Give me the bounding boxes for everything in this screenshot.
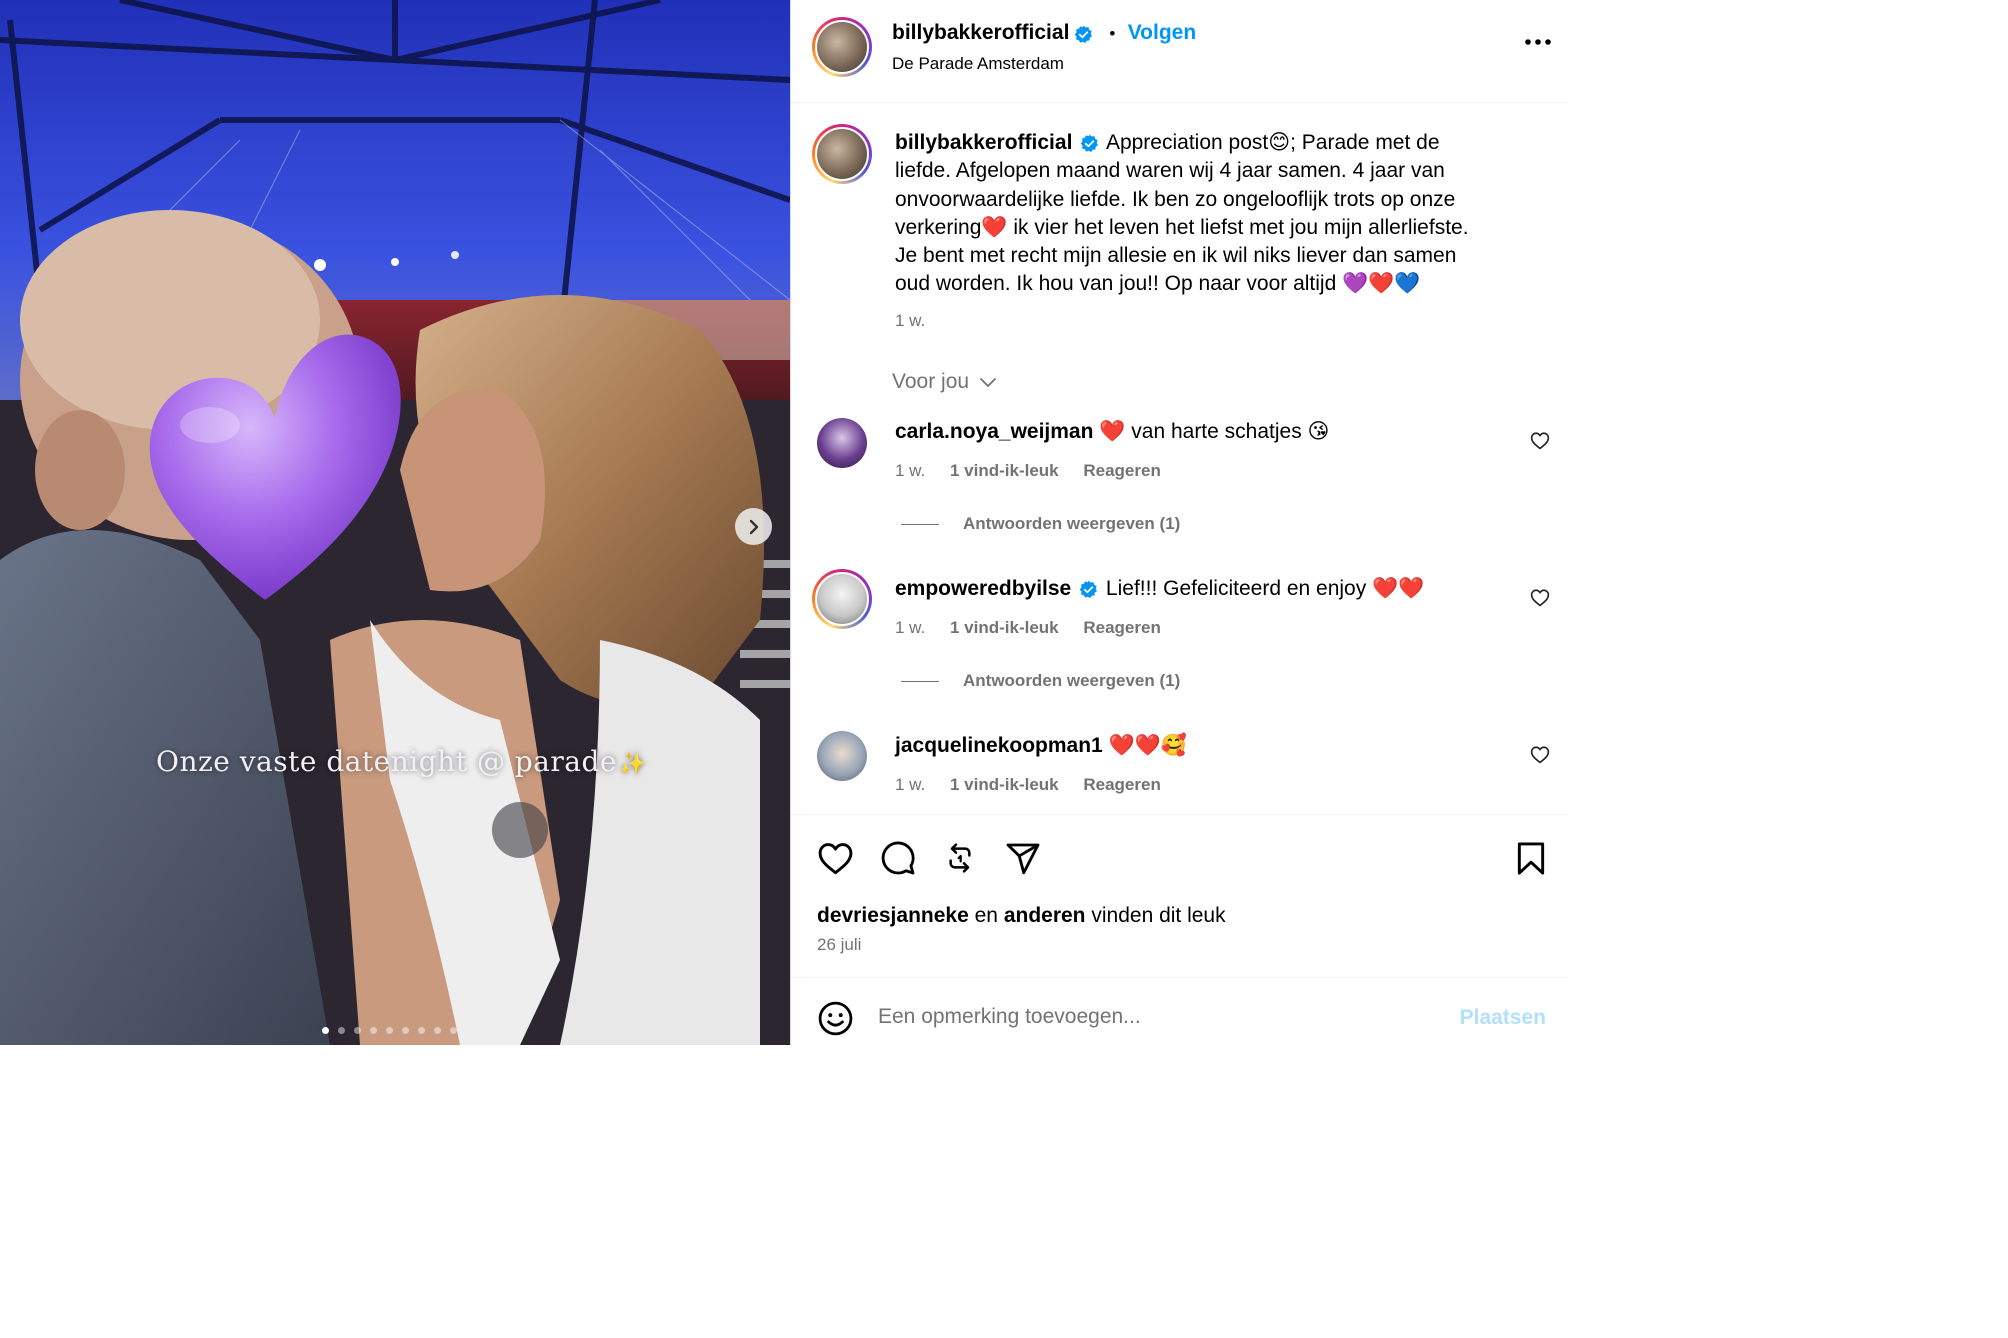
carousel-indicator	[322, 1027, 457, 1034]
likes-others-link[interactable]: anderen	[1004, 904, 1086, 927]
carousel-dot	[322, 1027, 329, 1034]
comment-like-count[interactable]: 1 vind-ik-leuk	[950, 461, 1059, 480]
caption-line: liefde. Afgelopen maand waren wij 4 jaar…	[895, 159, 1445, 183]
commenter-avatar[interactable]	[812, 569, 872, 629]
like-comment-heart-icon[interactable]	[1530, 745, 1550, 764]
view-replies-toggle[interactable]: Antwoorden weergeven (1)	[901, 514, 1180, 534]
likes-suffix: vinden dit leuk	[1091, 904, 1226, 927]
commenter-avatar[interactable]	[817, 418, 867, 468]
commenter-username[interactable]: carla.noya_weijman	[895, 420, 1093, 443]
repost-icon[interactable]	[944, 841, 976, 875]
author-username[interactable]: billybakkerofficial	[892, 21, 1069, 44]
post-location[interactable]: De Parade Amsterdam	[892, 54, 1064, 74]
view-replies-toggle[interactable]: Antwoorden weergeven (1)	[901, 671, 1180, 691]
comment-text: ❤️ van harte schatjes 😘	[1099, 420, 1330, 443]
carousel-dot	[450, 1027, 457, 1034]
more-options-icon[interactable]	[1525, 38, 1551, 46]
post-media[interactable]: Onze vaste datenight @ parade✨	[0, 0, 790, 1045]
chevron-down-icon	[980, 378, 996, 387]
post-header: billybakkerofficial • Volgen De Parade A…	[791, 0, 1569, 103]
save-bookmark-icon[interactable]	[1516, 841, 1546, 876]
next-slide-button[interactable]	[735, 508, 772, 545]
carousel-dot	[354, 1027, 361, 1034]
post-photo	[0, 0, 790, 1045]
share-paper-plane-icon[interactable]	[1005, 842, 1041, 875]
comment-time[interactable]: 1 w.	[895, 618, 925, 637]
post-date[interactable]: 26 juli	[817, 935, 861, 955]
commenter-username[interactable]: empoweredbyilse	[895, 577, 1071, 600]
caption-timestamp[interactable]: 1 w.	[895, 311, 925, 331]
caption-line: verkering❤️ ik vier het leven het liefst…	[895, 215, 1469, 239]
commenter-username[interactable]: jacquelinekoopman1	[895, 734, 1103, 757]
sparkle-icon: ✨	[618, 752, 647, 777]
like-comment-heart-icon[interactable]	[1530, 588, 1550, 607]
caption-username[interactable]: billybakkerofficial	[895, 131, 1072, 154]
like-comment-heart-icon[interactable]	[1530, 431, 1550, 450]
carousel-dot	[434, 1027, 441, 1034]
reply-button[interactable]: Reageren	[1083, 618, 1160, 637]
post-actions-section: devriesjanneke en anderen vinden dit leu…	[791, 814, 1569, 978]
comment-sort-label: Voor jou	[892, 370, 970, 393]
carousel-dot	[370, 1027, 377, 1034]
commenter-avatar[interactable]	[817, 731, 867, 781]
comment-sort-dropdown[interactable]: Voor jou	[892, 370, 997, 394]
follow-button[interactable]: Volgen	[1128, 21, 1196, 44]
likes-connector: en	[974, 904, 998, 927]
emoji-picker-icon[interactable]	[817, 1000, 854, 1037]
dot-separator: •	[1109, 24, 1116, 43]
comment-time[interactable]: 1 w.	[895, 461, 925, 480]
post-side-panel: billybakkerofficial • Volgen De Parade A…	[790, 0, 1569, 1045]
comment-composer: Plaatsen	[791, 978, 1569, 1045]
verified-badge-icon	[1074, 26, 1092, 44]
like-heart-icon[interactable]	[817, 841, 854, 875]
comment-text: Lief!!! Gefeliciteerd en enjoy ❤️❤️	[1105, 577, 1425, 600]
reply-line-divider	[901, 524, 939, 526]
post-caption: billybakkerofficial Appreciation post😊; …	[895, 129, 1535, 299]
view-replies-label: Antwoorden weergeven (1)	[963, 671, 1181, 690]
carousel-dot	[418, 1027, 425, 1034]
reply-button[interactable]: Reageren	[1083, 461, 1160, 480]
caption-author-avatar[interactable]	[812, 124, 872, 184]
author-avatar[interactable]	[812, 17, 872, 77]
carousel-dot	[338, 1027, 345, 1034]
comment-like-count[interactable]: 1 vind-ik-leuk	[950, 775, 1059, 794]
comment-like-count[interactable]: 1 vind-ik-leuk	[950, 618, 1059, 637]
caption-line: oud worden. Ik hou van jou!! Op naar voo…	[895, 272, 1421, 296]
caption-line: Appreciation post😊; Parade met de	[1105, 131, 1440, 154]
add-comment-input[interactable]	[878, 1002, 1438, 1032]
story-overlay-caption: Onze vaste datenight @ parade✨	[156, 745, 647, 778]
carousel-dot	[402, 1027, 409, 1034]
reply-line-divider	[901, 681, 939, 683]
chevron-right-icon	[749, 519, 758, 534]
comment-bubble-icon[interactable]	[880, 840, 916, 876]
caption-line: onvoorwaardelijke liefde. Ik ben zo onge…	[895, 187, 1456, 211]
post-comment-button[interactable]: Plaatsen	[1460, 1006, 1546, 1030]
caption-line: Je bent met recht mijn allesie en ik wil…	[895, 244, 1457, 268]
comment-text: ❤️❤️🥰	[1108, 734, 1188, 757]
view-replies-label: Antwoorden weergeven (1)	[963, 514, 1181, 533]
overlay-caption-text: Onze vaste datenight @ parade	[156, 745, 617, 778]
verified-badge-icon	[1079, 580, 1098, 599]
likes-summary[interactable]: devriesjanneke en anderen vinden dit leu…	[817, 904, 1226, 928]
carousel-dot	[386, 1027, 393, 1034]
likes-username[interactable]: devriesjanneke	[817, 904, 969, 927]
verified-badge-icon	[1081, 134, 1099, 153]
reply-button[interactable]: Reageren	[1083, 775, 1160, 794]
comment-time[interactable]: 1 w.	[895, 775, 925, 794]
